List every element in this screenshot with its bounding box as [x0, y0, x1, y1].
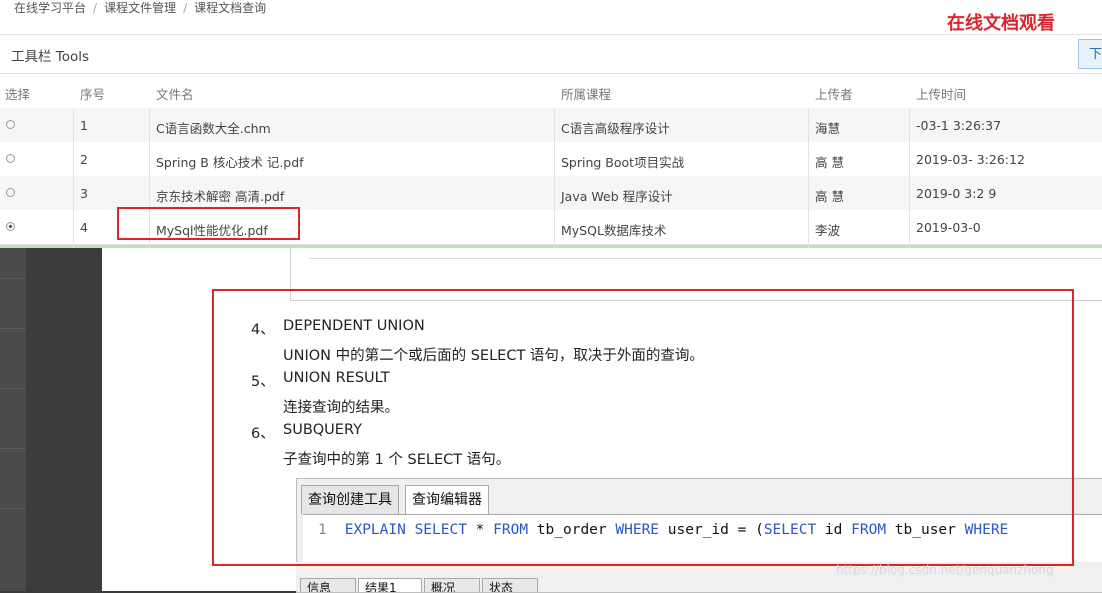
cell-course: Java Web 程序设计	[561, 189, 673, 204]
toolbar: 工具栏 Tools 下	[0, 34, 1102, 74]
column-header-select[interactable]: 选择	[5, 84, 30, 103]
cell-upload-time: 2019-03- 3:26:12	[916, 152, 1025, 167]
tab-profile: 概况	[424, 578, 480, 592]
table-row[interactable]: 3 京东技术解密 高清.pdf Java Web 程序设计 高 慧 2019-0…	[0, 176, 1102, 211]
cell-filename: 京东技术解密 高清.pdf	[156, 189, 285, 204]
cell-index: 3	[80, 186, 88, 201]
cell-filename: C语言函数大全.chm	[156, 121, 271, 136]
column-divider	[808, 108, 809, 248]
cell-upload-time: 2019-03-0	[916, 220, 981, 235]
cell-index: 4	[80, 220, 88, 235]
cell-upload-time: -03-1 3:26:37	[916, 118, 1002, 133]
row-radio[interactable]	[6, 154, 15, 163]
cell-uploader: 海慧	[815, 121, 841, 136]
cell-uploader: 高 慧	[815, 189, 844, 204]
tab-status: 状态	[482, 578, 538, 592]
tab-result1: 结果1	[358, 578, 422, 592]
cell-course: MySQL数据库技术	[561, 223, 667, 238]
table-row[interactable]: 2 Spring B 核心技术 记.pdf Spring Boot项目实战 高 …	[0, 142, 1102, 177]
row-radio-selected[interactable]	[6, 222, 15, 231]
column-divider	[909, 108, 910, 248]
cell-course: C语言高级程序设计	[561, 121, 670, 136]
column-header-upload-time[interactable]: 上传时间	[916, 84, 966, 103]
column-header-course[interactable]: 所属课程	[561, 84, 611, 103]
cell-uploader: 李波	[815, 223, 841, 238]
column-header-filename[interactable]: 文件名	[156, 84, 194, 103]
column-divider	[73, 108, 74, 248]
table-row[interactable]: 1 C语言函数大全.chm C语言高级程序设计 海慧 -03-1 3:26:37	[0, 108, 1102, 143]
column-divider	[554, 108, 555, 248]
column-header-uploader[interactable]: 上传者	[815, 84, 853, 103]
cell-uploader: 高 慧	[815, 155, 844, 170]
breadcrumb-item[interactable]: 课程文档查询	[194, 1, 266, 15]
course-document-panel: 在线学习平台 / 课程文件管理 / 课程文档查询 在线文档观看 工具栏 Tools 下 …	[0, 0, 1102, 248]
table-header: 选择 序号 文件名 所属课程 上传者 上传时间	[0, 74, 1102, 110]
cell-course: Spring Boot项目实战	[561, 155, 685, 170]
tab-info: 信息	[300, 578, 356, 592]
cell-filename: Spring B 核心技术 记.pdf	[156, 155, 304, 170]
breadcrumb-item[interactable]: 在线学习平台	[14, 1, 86, 15]
watermark: https://blog.csdn.net/genquanzhong	[836, 563, 1054, 577]
column-header-index[interactable]: 序号	[80, 84, 105, 103]
viewer-side-strip	[0, 248, 26, 591]
cell-upload-time: 2019-0 3:2 9	[916, 186, 997, 201]
toolbar-label: 工具栏 Tools	[11, 49, 90, 65]
cell-index: 1	[80, 118, 88, 133]
online-viewing-title: 在线文档观看	[947, 13, 1055, 34]
download-button[interactable]: 下	[1078, 39, 1102, 69]
selected-file-highlight	[117, 207, 300, 240]
annotation-frame	[212, 289, 1074, 566]
row-radio[interactable]	[6, 188, 15, 197]
breadcrumb-item[interactable]: 课程文件管理	[104, 1, 176, 15]
breadcrumb: 在线学习平台 / 课程文件管理 / 课程文档查询	[14, 1, 267, 15]
row-radio[interactable]	[6, 120, 15, 129]
cell-index: 2	[80, 152, 88, 167]
